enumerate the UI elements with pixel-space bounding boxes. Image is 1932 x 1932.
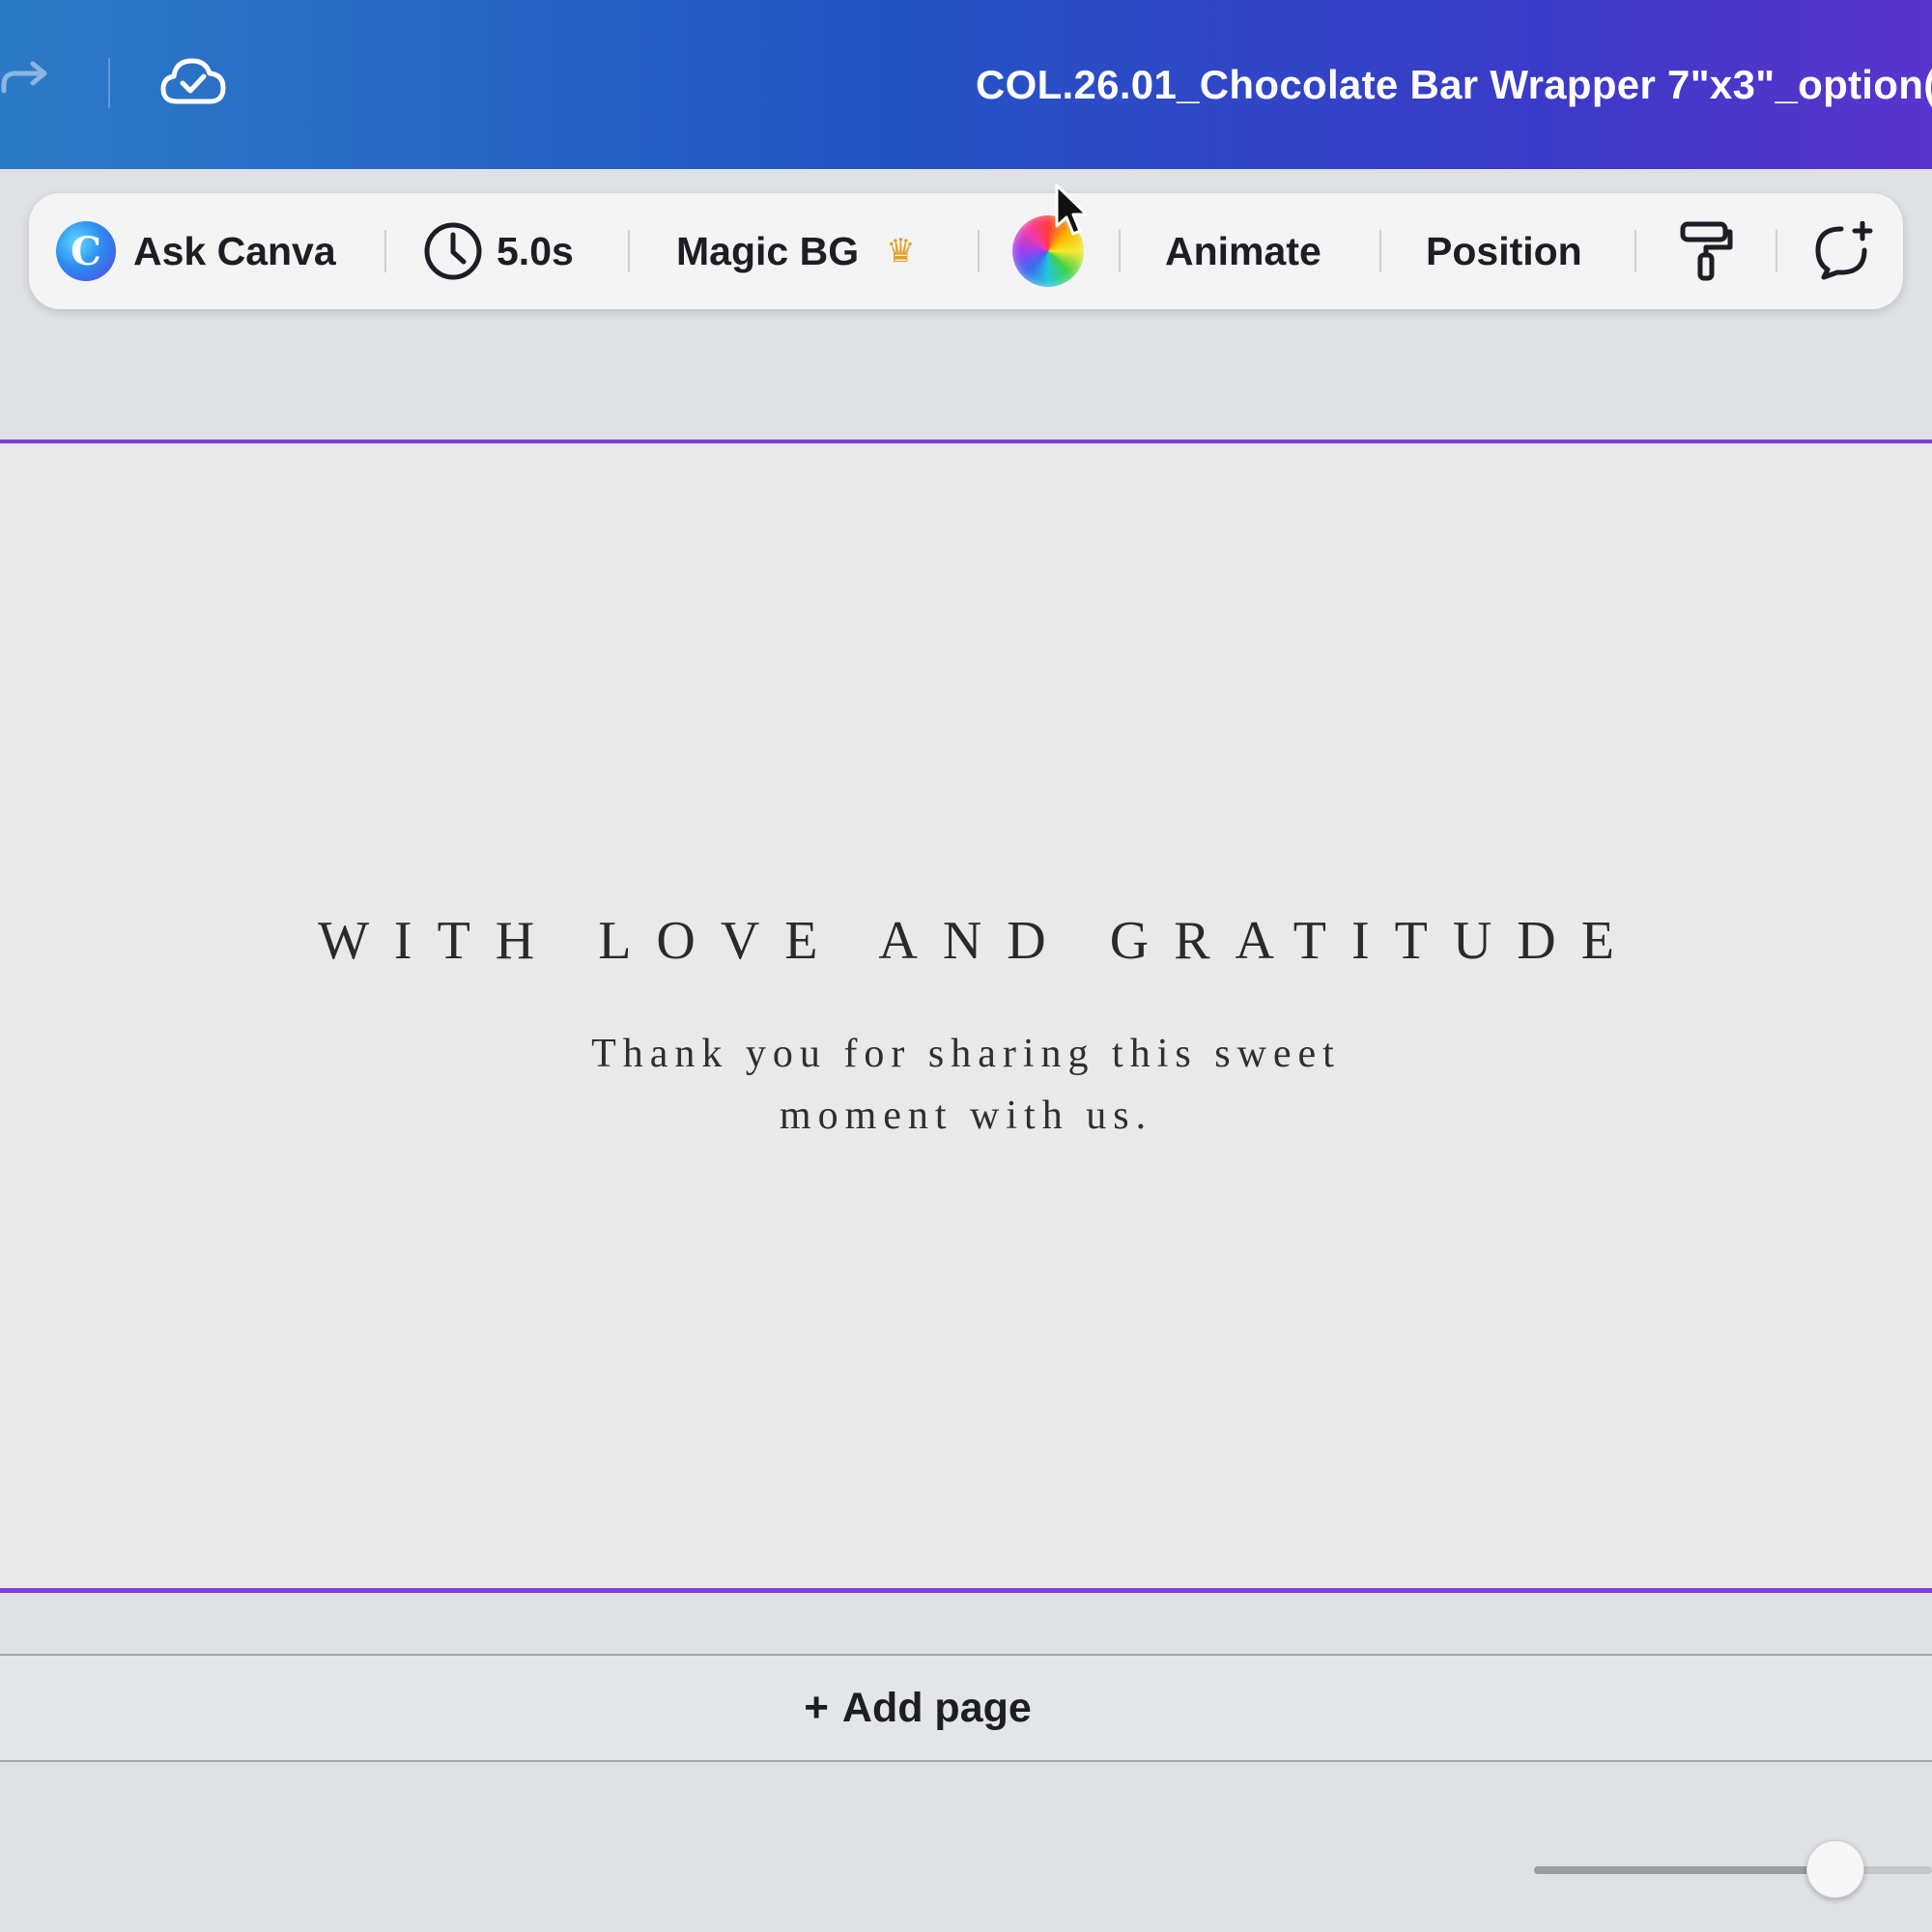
toolbar-divider <box>628 230 630 272</box>
add-comment-button[interactable] <box>1812 193 1876 309</box>
position-label: Position <box>1426 228 1582 273</box>
canva-assistant-logo: C <box>56 221 116 281</box>
toolbar-divider <box>1379 230 1381 272</box>
animate-label: Animate <box>1165 228 1321 273</box>
toolbar-divider <box>1776 230 1777 272</box>
subline-text[interactable]: Thank you for sharing this sweet moment … <box>0 1023 1932 1147</box>
clock-icon <box>424 222 482 280</box>
subline-line-2: moment with us. <box>779 1094 1153 1138</box>
redo-icon[interactable] <box>0 58 58 106</box>
add-page-button[interactable]: + Add page <box>0 1656 1835 1760</box>
comment-add-icon <box>1815 221 1873 280</box>
add-page-bar: + Add page <box>0 1654 1932 1762</box>
zoom-slider-fill <box>1534 1866 1813 1874</box>
design-page[interactable]: WITH LOVE AND GRATITUDE Thank you for sh… <box>0 440 1932 1593</box>
zoom-slider-track[interactable] <box>1534 1866 1932 1874</box>
position-button[interactable]: Position <box>1426 193 1582 309</box>
subline-line-1: Thank you for sharing this sweet <box>591 1032 1341 1076</box>
magic-bg-label: Magic BG <box>676 228 860 273</box>
duration-label: 5.0s <box>497 228 574 273</box>
add-page-label: Add page <box>841 1684 1032 1731</box>
plus-icon: + <box>804 1684 829 1731</box>
toolbar-divider <box>1634 230 1636 272</box>
paint-roller-icon <box>1680 221 1733 281</box>
magic-bg-button[interactable]: Magic BG ♛ <box>676 193 916 309</box>
animate-button[interactable]: Animate <box>1165 193 1321 309</box>
editor-header: COL.26.01_Chocolate Bar Wrapper 7"x3"_op… <box>0 0 1932 169</box>
document-title[interactable]: COL.26.01_Chocolate Bar Wrapper 7"x3"_op… <box>976 62 1932 108</box>
ask-canva-label: Ask Canva <box>133 228 336 273</box>
cloud-saved-icon[interactable] <box>159 53 227 111</box>
headline-text[interactable]: WITH LOVE AND GRATITUDE <box>0 910 1932 972</box>
contextual-toolbar: C Ask Canva 5.0s Magic BG ♛ Animate Posi… <box>29 193 1903 309</box>
toolbar-divider <box>978 230 980 272</box>
toolbar-divider <box>384 230 386 272</box>
zoom-slider-thumb[interactable] <box>1806 1840 1864 1898</box>
toolbar-divider <box>1119 230 1121 272</box>
ask-canva-button[interactable]: C Ask Canva <box>56 193 336 309</box>
duration-button[interactable]: 5.0s <box>423 193 574 309</box>
header-divider <box>108 58 110 108</box>
crown-icon: ♛ <box>886 233 916 270</box>
copy-style-button[interactable] <box>1677 193 1735 309</box>
mouse-cursor-icon <box>1055 184 1089 236</box>
